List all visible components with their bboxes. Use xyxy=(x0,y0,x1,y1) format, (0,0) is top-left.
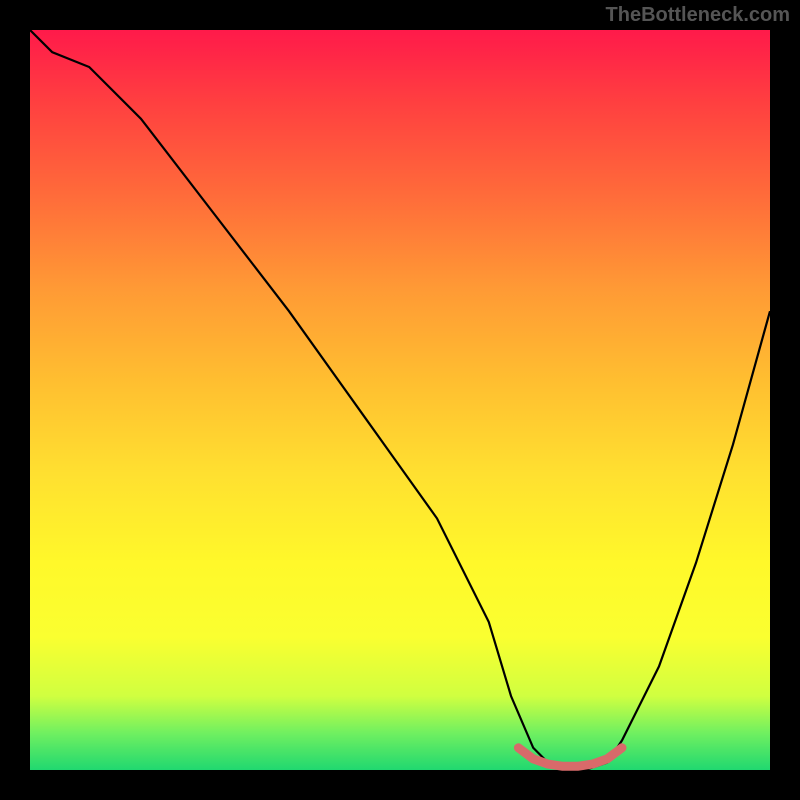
minimum-marker-line xyxy=(518,748,622,767)
bottleneck-curve-line xyxy=(30,30,770,770)
chart-svg xyxy=(30,30,770,770)
chart-plot-area xyxy=(30,30,770,770)
watermark-text: TheBottleneck.com xyxy=(606,4,790,27)
